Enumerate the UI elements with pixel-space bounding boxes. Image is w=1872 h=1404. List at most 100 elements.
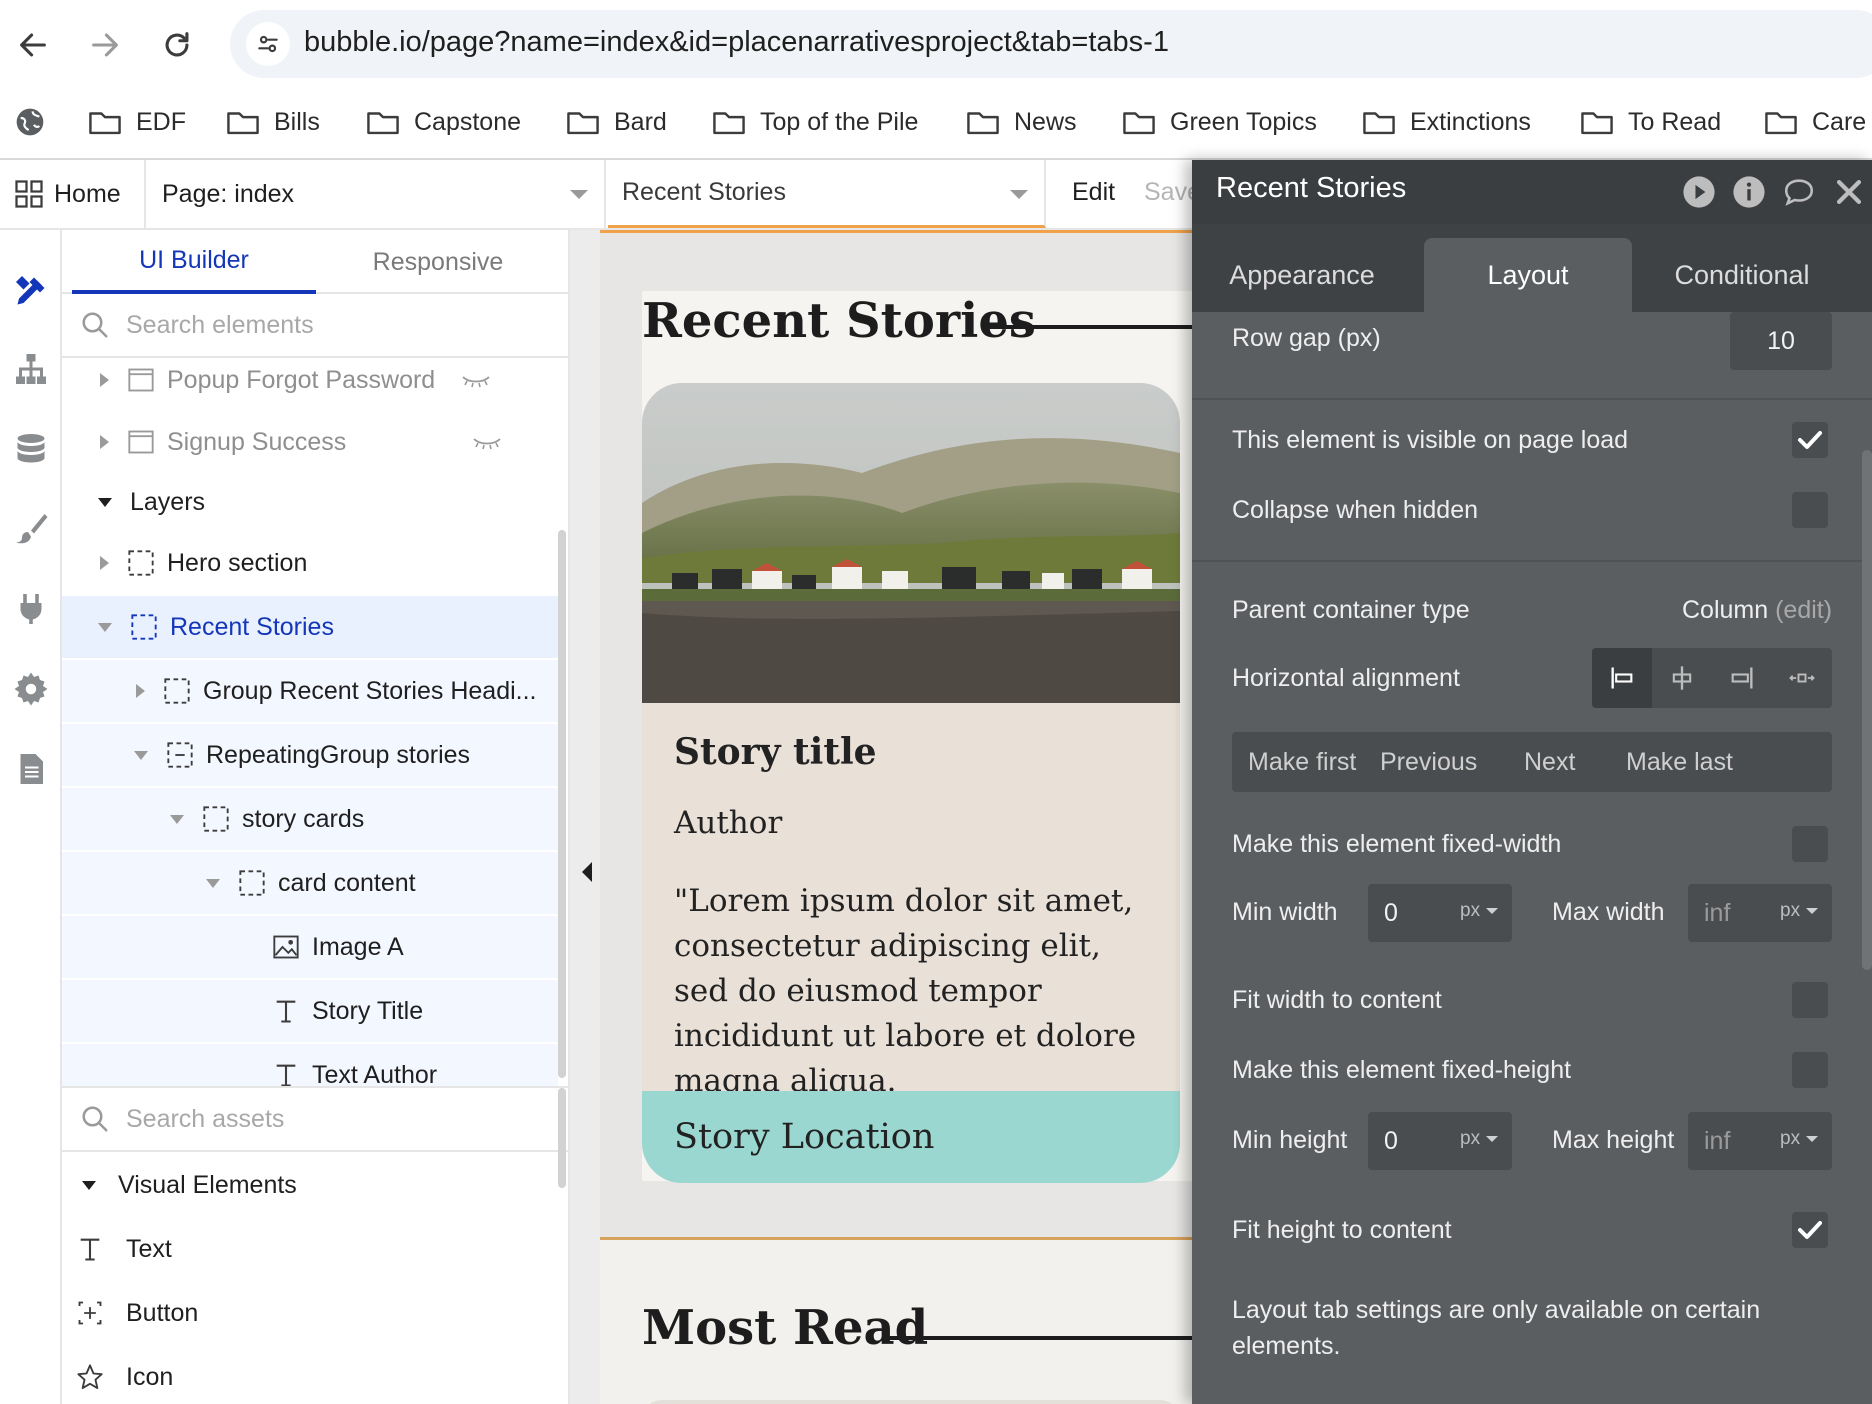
tree-item-hero-section[interactable]: Hero section — [62, 532, 558, 594]
next-button[interactable]: Next — [1524, 732, 1575, 792]
design-icon[interactable] — [8, 268, 54, 314]
fixed-height-checkbox[interactable] — [1792, 1052, 1828, 1088]
hidden-eye-icon[interactable] — [472, 433, 502, 451]
tree-item-story-title[interactable]: Story Title — [62, 980, 558, 1042]
bookmark-folder[interactable]: Capstone — [366, 102, 521, 142]
make-last-button[interactable]: Make last — [1626, 732, 1733, 792]
bookmark-folder[interactable]: News — [966, 102, 1077, 142]
tree-item-text-author[interactable]: Text Author — [62, 1044, 558, 1086]
parent-type-edit-link[interactable]: (edit) — [1775, 596, 1832, 624]
tree-layers-header[interactable]: Layers — [62, 471, 558, 533]
fixed-width-checkbox[interactable] — [1792, 826, 1828, 862]
hidden-eye-icon[interactable] — [461, 371, 491, 389]
element-dropdown[interactable]: Recent Stories — [608, 160, 1046, 228]
collapse-arrow-icon[interactable] — [206, 878, 220, 888]
bookmark-folder[interactable]: Top of the Pile — [712, 102, 918, 142]
editor-scrollbar[interactable] — [1862, 450, 1872, 970]
most-read-heading[interactable]: Most Read — [642, 1300, 928, 1356]
fit-width-checkbox[interactable] — [1792, 982, 1828, 1018]
visible-on-load-checkbox[interactable] — [1792, 422, 1828, 458]
tree-item-recent-stories[interactable]: Recent Stories — [62, 596, 558, 658]
collapse-arrow-icon[interactable] — [134, 750, 148, 760]
tree-item-repeatinggroup-stories[interactable]: RepeatingGroup stories — [62, 724, 558, 786]
edit-menu[interactable]: Edit — [1072, 178, 1115, 207]
address-bar[interactable]: bubble.io/page?name=index&id=placenarrat… — [230, 10, 1872, 78]
story-card[interactable]: Story title Author "Lorem ipsum dolor si… — [642, 383, 1180, 1183]
expand-arrow-icon[interactable] — [100, 435, 109, 449]
bookmark-folder[interactable]: To Read — [1580, 102, 1721, 142]
align-stretch-button[interactable] — [1772, 648, 1832, 708]
styles-icon[interactable] — [8, 506, 54, 552]
tree-scrollbar[interactable] — [558, 530, 566, 1078]
collapse-arrow-icon[interactable] — [98, 622, 112, 632]
collapse-arrow-icon[interactable] — [170, 814, 184, 824]
asset-text[interactable]: Text — [62, 1218, 558, 1280]
bookmark-folder[interactable]: Extinctions — [1362, 102, 1531, 142]
bookmark-folder[interactable]: Care — [1764, 102, 1866, 142]
search-elements-input[interactable]: Search elements — [62, 294, 568, 358]
site-info-button[interactable] — [246, 22, 290, 66]
previous-button[interactable]: Previous — [1380, 732, 1477, 792]
collapse-panel-icon[interactable] — [582, 862, 592, 882]
bookmark-folder[interactable]: EDF — [88, 102, 186, 142]
asset-button[interactable]: Button — [62, 1282, 558, 1344]
min-width-unit[interactable]: px — [1460, 900, 1499, 922]
story-location[interactable]: Story Location — [642, 1091, 1180, 1183]
make-first-button[interactable]: Make first — [1248, 732, 1356, 792]
fit-height-checkbox[interactable] — [1792, 1212, 1828, 1248]
url-text[interactable]: bubble.io/page?name=index&id=placenarrat… — [304, 26, 1169, 59]
story-body[interactable]: "Lorem ipsum dolor sit amet, consectetur… — [674, 879, 1144, 1104]
globe-icon[interactable] — [14, 102, 46, 142]
bookmark-folder[interactable]: Bills — [226, 102, 320, 142]
tab-layout[interactable]: Layout — [1424, 238, 1632, 312]
tab-ui-builder[interactable]: UI Builder — [72, 230, 316, 294]
row-gap-input[interactable]: 10 — [1730, 312, 1832, 370]
logs-icon[interactable] — [8, 746, 54, 792]
tree-item-card-content[interactable]: card content — [62, 852, 558, 914]
tree-item-popup-forgot-password[interactable]: Popup Forgot Password — [62, 366, 558, 411]
back-button[interactable] — [6, 18, 60, 72]
comment-icon[interactable] — [1780, 173, 1818, 211]
settings-icon[interactable] — [8, 666, 54, 712]
min-height-unit[interactable]: px — [1460, 1128, 1499, 1150]
expand-arrow-icon[interactable] — [100, 556, 109, 570]
collapse-arrow-icon[interactable] — [82, 1180, 96, 1190]
max-height-unit[interactable]: px — [1780, 1128, 1819, 1150]
expand-arrow-icon[interactable] — [100, 373, 109, 387]
bookmark-folder[interactable]: Bard — [566, 102, 667, 142]
align-right-button[interactable] — [1712, 648, 1772, 708]
align-center-button[interactable] — [1652, 648, 1712, 708]
collapse-arrow-icon[interactable] — [98, 497, 112, 507]
collapse-hidden-checkbox[interactable] — [1792, 492, 1828, 528]
preview-play-icon[interactable] — [1680, 173, 1718, 211]
tab-appearance[interactable]: Appearance — [1198, 238, 1406, 312]
tree-item-story-cards[interactable]: story cards — [62, 788, 558, 850]
align-left-button[interactable] — [1592, 648, 1652, 708]
plugins-icon[interactable] — [8, 586, 54, 632]
tab-responsive[interactable]: Responsive — [316, 230, 560, 294]
expand-arrow-icon[interactable] — [136, 684, 145, 698]
tree-item-group-recent-stories-heading[interactable]: Group Recent Stories Headi... — [62, 660, 558, 722]
asset-icon[interactable]: Icon — [62, 1346, 558, 1404]
info-icon[interactable] — [1730, 173, 1768, 211]
tree-item-image-a[interactable]: Image A — [62, 916, 558, 978]
bookmark-folder[interactable]: Green Topics — [1122, 102, 1317, 142]
forward-button[interactable] — [78, 18, 132, 72]
story-image[interactable] — [642, 383, 1180, 703]
reload-button[interactable] — [150, 18, 204, 72]
page-dropdown[interactable]: Page: index — [148, 160, 606, 228]
search-assets-input[interactable]: Search assets — [62, 1088, 568, 1152]
story-author[interactable]: Author — [674, 805, 782, 841]
home-button[interactable]: Home — [0, 160, 146, 228]
close-icon[interactable] — [1830, 173, 1868, 211]
max-width-unit[interactable]: px — [1780, 900, 1819, 922]
data-icon[interactable] — [8, 426, 54, 472]
tab-conditional[interactable]: Conditional — [1638, 238, 1846, 312]
recent-stories-heading[interactable]: Recent Stories — [642, 293, 1036, 349]
tree-item-signup-success[interactable]: Signup Success — [62, 411, 558, 473]
story-title[interactable]: Story title — [674, 731, 877, 773]
most-read-card[interactable] — [642, 1400, 1180, 1404]
parent-type-value[interactable]: Column (edit) — [1682, 596, 1832, 625]
assets-scrollbar[interactable] — [558, 1088, 566, 1188]
visual-elements-header[interactable]: Visual Elements — [62, 1154, 558, 1216]
